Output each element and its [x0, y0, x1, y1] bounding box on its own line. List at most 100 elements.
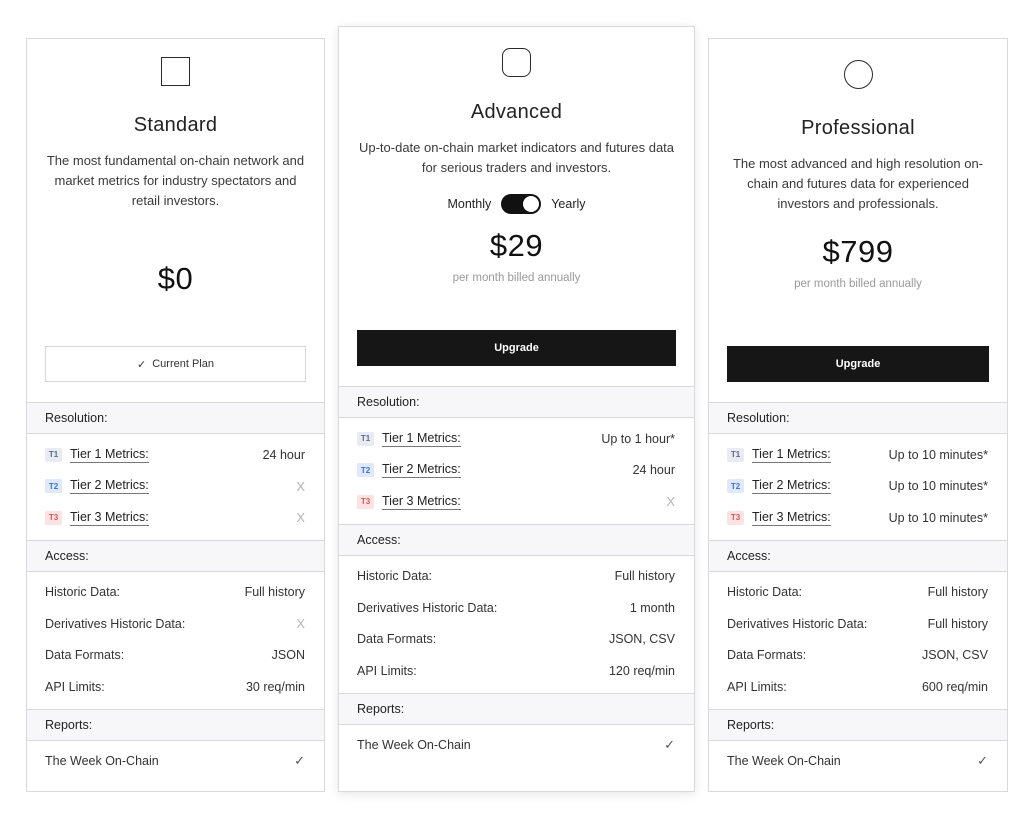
- tier-value: Up to 10 minutes*: [888, 510, 988, 525]
- tier-3-metrics-link[interactable]: Tier 3 Metrics:: [752, 510, 831, 526]
- tier-value: 24 hour: [262, 447, 305, 462]
- access-value: Full history: [244, 585, 305, 600]
- tier-3-metrics-link[interactable]: Tier 3 Metrics:: [70, 510, 149, 526]
- tier-3-metrics-link[interactable]: Tier 3 Metrics:: [382, 494, 461, 510]
- tier-1-badge: T1: [357, 431, 374, 446]
- tier-row: T2 Tier 2 Metrics: 24 hour: [339, 455, 694, 487]
- tier-row: T2 Tier 2 Metrics: Up to 10 minutes*: [709, 471, 1007, 503]
- access-row: Derivatives Historic Data: X: [27, 608, 324, 640]
- plan-price: $29: [489, 228, 544, 263]
- tier-1-metrics-link[interactable]: Tier 1 Metrics:: [752, 447, 831, 463]
- plan-card-professional: Professional The most advanced and high …: [708, 38, 1008, 792]
- plan-card-standard: Standard The most fundamental on-chain n…: [26, 38, 325, 792]
- switch-knob: [523, 196, 540, 212]
- square-icon: [161, 57, 190, 86]
- access-row: Historic Data: Full history: [339, 561, 694, 593]
- access-label: Data Formats:: [727, 648, 807, 663]
- access-value: JSON, CSV: [609, 632, 675, 647]
- access-value: Full history: [927, 585, 988, 600]
- access-label: Historic Data:: [357, 569, 433, 584]
- reports-header: Reports:: [27, 708, 324, 741]
- tier-row: T1 Tier 1 Metrics: Up to 1 hour*: [339, 423, 694, 455]
- tier-value: Up to 1 hour*: [601, 431, 675, 446]
- billing-switch[interactable]: [501, 194, 542, 214]
- report-label: The Week On-Chain: [357, 738, 471, 753]
- tier-2-badge: T2: [727, 479, 744, 494]
- access-label: Data Formats:: [45, 648, 125, 663]
- tier-row: T3 Tier 3 Metrics: Up to 10 minutes*: [709, 502, 1007, 534]
- access-label: Derivatives Historic Data:: [357, 600, 498, 615]
- tier-value: 24 hour: [632, 463, 675, 478]
- check-icon: ✓: [137, 358, 147, 371]
- access-row: Data Formats: JSON, CSV: [709, 640, 1007, 672]
- access-label: Derivatives Historic Data:: [727, 616, 868, 631]
- access-label: Historic Data:: [45, 585, 121, 600]
- access-value: Full history: [927, 616, 988, 631]
- tier-value: X: [296, 478, 305, 494]
- tier-1-metrics-link[interactable]: Tier 1 Metrics:: [70, 447, 149, 463]
- access-row: API Limits: 120 req/min: [339, 655, 694, 687]
- tier-value: Up to 10 minutes*: [888, 479, 988, 494]
- report-label: The Week On-Chain: [727, 754, 841, 769]
- current-plan-label: Current Plan: [152, 358, 214, 370]
- access-row: Historic Data: Full history: [27, 577, 324, 609]
- reports-header: Reports:: [709, 708, 1007, 741]
- tier-3-badge: T3: [357, 494, 374, 509]
- tier-2-metrics-link[interactable]: Tier 2 Metrics:: [382, 462, 461, 479]
- tier-2-metrics-link[interactable]: Tier 2 Metrics:: [752, 478, 831, 495]
- access-label: API Limits:: [357, 663, 417, 678]
- plan-price: $0: [157, 261, 194, 296]
- resolution-header: Resolution:: [27, 402, 324, 434]
- current-plan-button[interactable]: ✓ Current Plan: [45, 346, 306, 382]
- resolution-header: Resolution:: [339, 386, 694, 418]
- access-value: 30 req/min: [245, 679, 305, 694]
- access-label: API Limits:: [727, 679, 787, 694]
- access-row: API Limits: 30 req/min: [27, 671, 324, 703]
- access-row: Historic Data: Full history: [709, 577, 1007, 609]
- tier-row: T3 Tier 3 Metrics: X: [27, 502, 324, 534]
- access-row: Derivatives Historic Data: Full history: [709, 608, 1007, 640]
- access-header: Access:: [339, 523, 694, 556]
- upgrade-button[interactable]: Upgrade: [357, 330, 676, 366]
- plan-description: The most fundamental on-chain network an…: [46, 153, 305, 208]
- plan-name: Professional: [801, 117, 915, 139]
- tier-value: X: [296, 510, 305, 526]
- tier-1-metrics-link[interactable]: Tier 1 Metrics:: [382, 431, 461, 447]
- report-label: The Week On-Chain: [45, 754, 159, 769]
- upgrade-button[interactable]: Upgrade: [727, 346, 989, 382]
- billing-note: per month billed annually: [452, 272, 581, 284]
- tier-value: X: [666, 494, 675, 510]
- tier-3-badge: T3: [727, 510, 744, 525]
- plan-name: Advanced: [470, 101, 563, 123]
- access-row: API Limits: 600 req/min: [709, 671, 1007, 703]
- access-value: Full history: [614, 569, 675, 584]
- toggle-monthly-label[interactable]: Monthly: [447, 197, 491, 211]
- toggle-yearly-label[interactable]: Yearly: [551, 197, 585, 211]
- report-row: The Week On-Chain ✓: [27, 746, 324, 778]
- circle-icon: [843, 60, 873, 89]
- tier-2-metrics-link[interactable]: Tier 2 Metrics:: [70, 478, 149, 495]
- tier-3-badge: T3: [45, 510, 62, 525]
- tier-2-badge: T2: [45, 479, 62, 494]
- tier-row: T1 Tier 1 Metrics: Up to 10 minutes*: [709, 439, 1007, 471]
- tier-row: T1 Tier 1 Metrics: 24 hour: [27, 439, 324, 471]
- plan-description: Up-to-date on-chain market indicators an…: [358, 140, 675, 175]
- check-icon: ✓: [664, 737, 675, 753]
- check-icon: ✓: [294, 753, 305, 769]
- access-value: JSON, CSV: [922, 648, 988, 663]
- tier-row: T2 Tier 2 Metrics: X: [27, 471, 324, 503]
- access-value: JSON: [271, 648, 305, 663]
- access-value: 1 month: [629, 600, 675, 615]
- tier-value: Up to 10 minutes*: [888, 447, 988, 462]
- reports-header: Reports:: [339, 692, 694, 725]
- access-label: API Limits:: [45, 679, 105, 694]
- access-label: Data Formats:: [357, 632, 437, 647]
- rounded-square-icon: [502, 48, 531, 77]
- access-row: Derivatives Historic Data: 1 month: [339, 592, 694, 624]
- resolution-header: Resolution:: [709, 402, 1007, 434]
- check-icon: ✓: [977, 753, 988, 769]
- plan-description: The most advanced and high resolution on…: [732, 156, 984, 211]
- access-header: Access:: [27, 539, 324, 572]
- report-row: The Week On-Chain ✓: [339, 730, 694, 762]
- report-row: The Week On-Chain ✓: [709, 746, 1007, 778]
